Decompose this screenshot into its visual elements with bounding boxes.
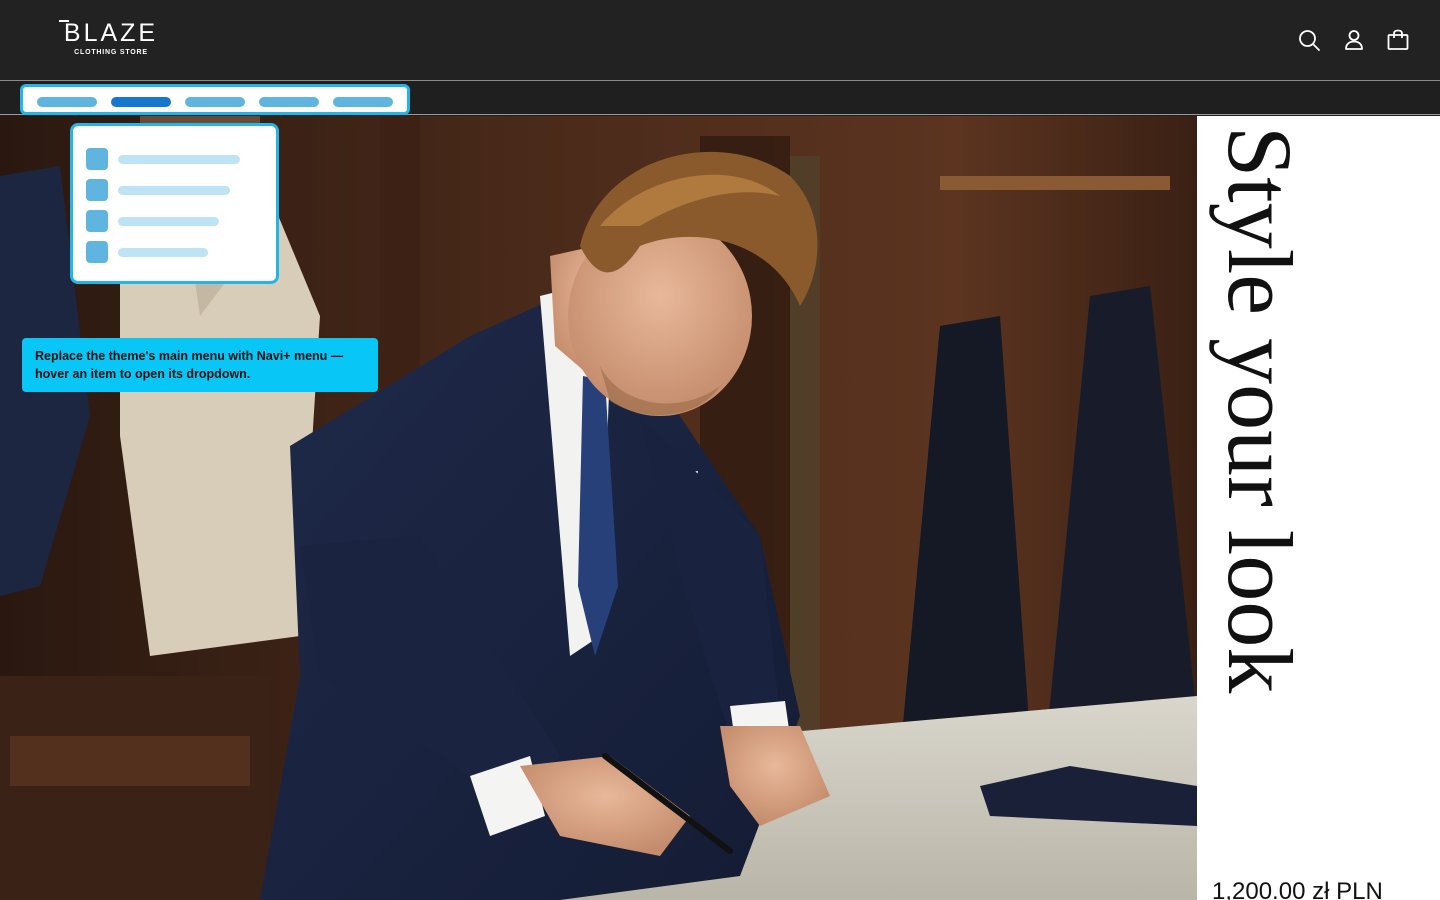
logo-wordmark: BLAZE [63,19,159,47]
dropdown-item-1[interactable] [86,148,266,170]
product-title: Style your look [1209,126,1311,846]
menu-item-4[interactable] [259,97,319,107]
product-price: 1,200.00 zł PLN [1212,878,1383,900]
dropdown-item-label [118,217,219,226]
search-icon[interactable] [1297,28,1321,52]
dropdown-item-icon [86,179,108,201]
cart-icon[interactable] [1386,28,1410,52]
logo-accent-bar [59,20,69,22]
product-info-panel: Style your look 1,200.00 zł PLN [1197,116,1440,900]
dropdown-item-icon [86,148,108,170]
navi-plus-menu[interactable] [20,84,410,115]
store-logo[interactable]: BLAZE CLOTHING STORE [53,18,169,62]
product-title-text: Style your look [1209,126,1311,693]
navi-dropdown-panel[interactable] [70,123,279,284]
dropdown-item-3[interactable] [86,210,266,232]
account-icon[interactable] [1342,28,1366,52]
site-header: BLAZE CLOTHING STORE [0,0,1440,81]
menu-item-5[interactable] [333,97,393,107]
logo-tagline: CLOTHING STORE [74,49,148,56]
navi-plus-tooltip: Replace the theme's main menu with Navi+… [22,338,378,392]
menu-item-2-active[interactable] [111,97,171,107]
dropdown-item-4[interactable] [86,241,266,263]
dropdown-item-icon [86,241,108,263]
menu-item-3[interactable] [185,97,245,107]
dropdown-item-label [118,155,240,164]
dropdown-item-icon [86,210,108,232]
menu-item-1[interactable] [37,97,97,107]
dropdown-item-2[interactable] [86,179,266,201]
dropdown-item-label [118,248,208,257]
dropdown-item-label [118,186,230,195]
